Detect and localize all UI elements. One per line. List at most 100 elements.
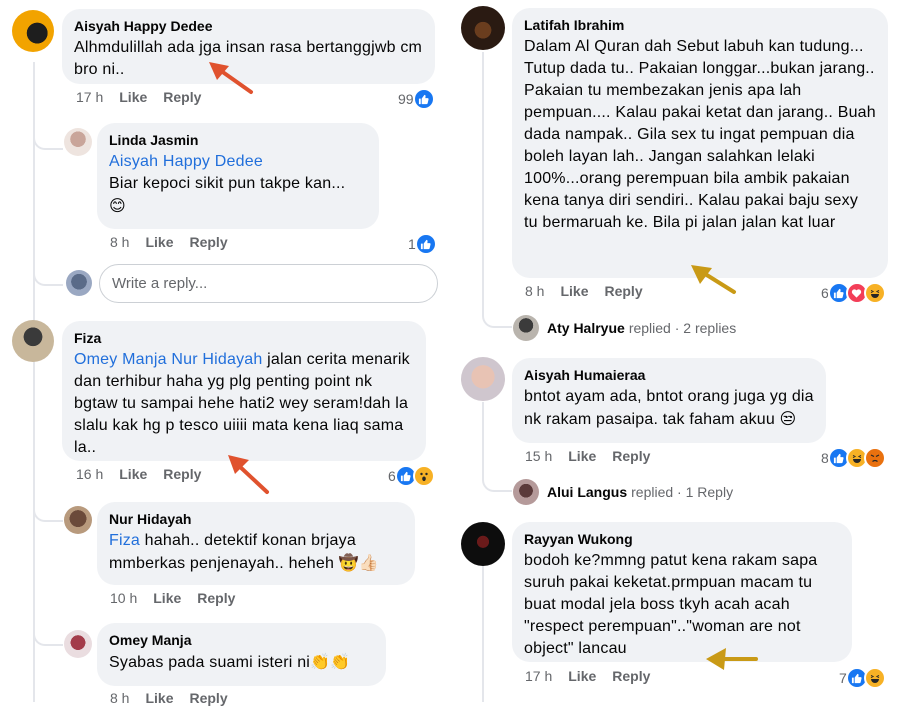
comment-time[interactable]: 10 h [110, 590, 137, 606]
smile-emoji: 😊 [109, 196, 126, 215]
reply-button[interactable]: Reply [612, 668, 650, 684]
arrow-annotation [228, 455, 269, 494]
avatar[interactable] [461, 6, 505, 50]
replier-name[interactable]: Aty Halryue [547, 320, 625, 336]
comment-bubble: Nur Hidayah Fiza hahah.. detektif konan … [97, 502, 415, 585]
comment-text: bntot ayam ada, bntot orang juga yg dia … [524, 388, 814, 428]
avatar[interactable] [12, 320, 54, 362]
my-avatar [66, 270, 92, 296]
like-button[interactable]: Like [568, 668, 596, 684]
comment-time[interactable]: 8 h [110, 690, 129, 706]
reply-count: 2 replies [683, 320, 737, 336]
comment-actions: 17 h Like Reply [76, 89, 201, 105]
comment-author[interactable]: Aisyah Humaieraa [524, 366, 814, 384]
reply-button[interactable]: Reply [604, 283, 642, 299]
comment-time[interactable]: 17 h [525, 668, 552, 684]
reply-button[interactable]: Reply [163, 89, 201, 105]
reply-button[interactable]: Reply [612, 448, 650, 464]
comment-time[interactable]: 17 h [76, 89, 103, 105]
comment-text: bodoh ke?mmng patut kena rakam sapa suru… [524, 552, 818, 657]
comment-bubble: Linda Jasmin Aisyah Happy Dedee Biar kep… [97, 123, 379, 229]
reaction-summary[interactable]: 1 [408, 233, 437, 255]
right-comment-column: Latifah Ibrahim Dalam Al Quran dah Sebut… [450, 0, 900, 702]
reaction-summary[interactable]: 6 [821, 282, 886, 304]
like-button[interactable]: Like [119, 466, 147, 482]
like-button[interactable]: Like [153, 590, 181, 606]
reaction-summary[interactable]: 7 [839, 667, 886, 689]
comment-time[interactable]: 16 h [76, 466, 103, 482]
thread-branch [33, 620, 63, 646]
cowboy-thumbs-emoji: 🤠👍🏻 [338, 553, 379, 572]
reaction-summary[interactable]: 8 [821, 447, 886, 469]
like-button[interactable]: Like [560, 283, 588, 299]
reply-count: 1 Reply [685, 484, 734, 500]
comment-bubble: Aisyah Humaieraa bntot ayam ada, bntot o… [512, 358, 826, 443]
replies-link[interactable]: Aty Halryue replied · 2 replies [513, 315, 736, 341]
comment-time[interactable]: 8 h [525, 283, 544, 299]
like-button[interactable]: Like [568, 448, 596, 464]
like-button[interactable]: Like [145, 690, 173, 706]
mention-link[interactable]: Aisyah Happy Dedee [109, 153, 263, 170]
avatar [513, 315, 539, 341]
like-button[interactable]: Like [119, 89, 147, 105]
mention-link[interactable]: Omey Manja Nur Hidayah [74, 351, 262, 368]
thread-line [482, 52, 484, 314]
avatar[interactable] [64, 506, 92, 534]
comment-actions: 8 h Like Reply [525, 283, 643, 299]
thread-branch [33, 122, 63, 150]
mention-link[interactable]: Fiza [109, 532, 140, 549]
dot-separator: · [677, 484, 682, 500]
reply-input[interactable]: Write a reply... [99, 264, 438, 303]
like-button[interactable]: Like [145, 234, 173, 250]
avatar[interactable] [64, 630, 92, 658]
arrow-annotation [706, 648, 758, 670]
replier-name[interactable]: Alui Langus [547, 484, 627, 500]
comment-author[interactable]: Fiza [74, 329, 414, 347]
arrow-annotation [691, 265, 736, 294]
clapping-emoji: 👏👏 [310, 652, 351, 671]
comment-text: Syabas pada suami isteri ni [109, 654, 311, 671]
thread-line [33, 362, 35, 702]
thread-branch [482, 466, 512, 492]
comment-author[interactable]: Rayyan Wukong [524, 530, 840, 548]
reaction-summary[interactable]: 99 [398, 88, 435, 110]
comment-actions: 15 h Like Reply [525, 448, 650, 464]
comment-author[interactable]: Nur Hidayah [109, 510, 403, 528]
comment-text: Biar kepoci sikit pun takpe kan... [109, 175, 346, 192]
comment-author[interactable]: Linda Jasmin [109, 131, 367, 149]
thread-branch [33, 498, 63, 522]
unamused-emoji: 😒 [779, 409, 797, 428]
wow-icon [412, 465, 435, 487]
comment-time[interactable]: 8 h [110, 234, 129, 250]
comment-actions: 10 h Like Reply [110, 590, 235, 606]
replied-label: replied [631, 484, 674, 500]
reply-button[interactable]: Reply [189, 234, 227, 250]
avatar[interactable] [12, 10, 54, 52]
comment-author[interactable]: Omey Manja [109, 631, 374, 649]
comment-actions: 8 h Like Reply [110, 690, 228, 706]
comment-actions: 8 h Like Reply [110, 234, 228, 250]
comment-actions: 17 h Like Reply [525, 668, 650, 684]
reaction-summary[interactable]: 6 [388, 465, 435, 487]
comment-actions: 16 h Like Reply [76, 466, 201, 482]
comment-time[interactable]: 15 h [525, 448, 552, 464]
like-icon [412, 88, 435, 110]
avatar[interactable] [461, 522, 505, 566]
left-comment-column: Aisyah Happy Dedee Alhmdulillah ada jga … [0, 0, 450, 706]
thread-line [482, 566, 484, 702]
avatar[interactable] [461, 357, 505, 401]
reaction-count: 99 [398, 91, 414, 107]
comment-bubble: Latifah Ibrahim Dalam Al Quran dah Sebut… [512, 8, 888, 278]
reply-button[interactable]: Reply [189, 690, 227, 706]
comment-bubble: Rayyan Wukong bodoh ke?mmng patut kena r… [512, 522, 852, 662]
reply-button[interactable]: Reply [163, 466, 201, 482]
replied-label: replied [628, 320, 671, 336]
thread-branch [482, 302, 512, 328]
avatar[interactable] [64, 128, 92, 156]
reply-button[interactable]: Reply [197, 590, 235, 606]
comment-author[interactable]: Latifah Ibrahim [524, 16, 876, 34]
replies-link[interactable]: Alui Langus replied · 1 Reply [513, 479, 733, 505]
comment-author[interactable]: Aisyah Happy Dedee [74, 17, 423, 35]
haha-icon [863, 282, 886, 304]
dot-separator: · [674, 320, 680, 336]
